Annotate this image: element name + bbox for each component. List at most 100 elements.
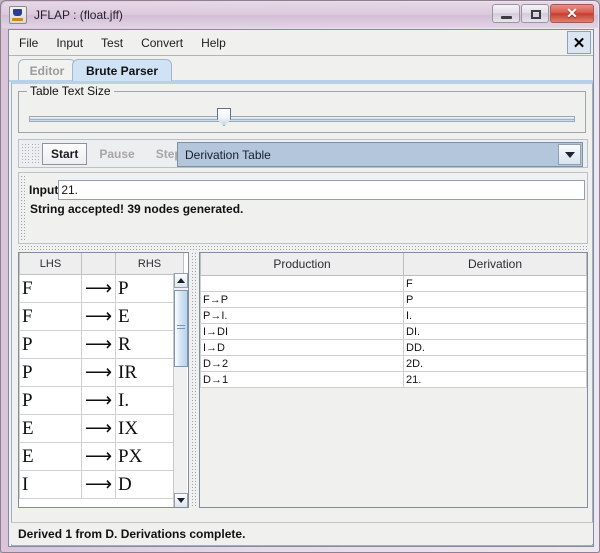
grammar-lhs-cell[interactable]: P	[20, 331, 82, 359]
grammar-header-arrow[interactable]	[82, 253, 116, 275]
table-row[interactable]: D→2 2D.	[201, 356, 587, 372]
start-button[interactable]: Start	[42, 143, 87, 165]
derivation-table-header-row: Production Derivation	[201, 253, 587, 276]
table-row[interactable]: F ⟶ P	[20, 275, 184, 303]
grammar-table-scrollbar[interactable]	[173, 273, 187, 508]
production-cell[interactable]: P→I.	[201, 308, 404, 324]
window-close-button[interactable]: ✕	[550, 4, 594, 23]
chevron-down-glyph	[565, 152, 575, 158]
table-row[interactable]: P ⟶ IR	[20, 359, 184, 387]
slider-track[interactable]	[29, 116, 575, 122]
grammar-table-header-row: LHS RHS	[20, 253, 184, 275]
table-row[interactable]: F ⟶ E	[20, 303, 184, 331]
production-cell[interactable]: D→1	[201, 372, 404, 388]
table-row[interactable]: E ⟶ IX	[20, 415, 184, 443]
derivation-cell[interactable]: DI.	[404, 324, 587, 340]
scrollbar-thumb[interactable]	[174, 290, 188, 367]
close-document-button[interactable]: ✕	[567, 31, 591, 54]
chevron-down-icon	[177, 498, 185, 503]
java-coffee-cup-icon	[9, 6, 27, 24]
pause-button: Pause	[90, 143, 143, 165]
close-icon: ✕	[551, 5, 593, 22]
table-row[interactable]: P→I. I.	[201, 308, 587, 324]
derivation-cell[interactable]: P	[404, 292, 587, 308]
grammar-lhs-cell[interactable]: F	[20, 303, 82, 331]
window-content: File Input Test Convert Help ✕ Editor Br…	[8, 29, 594, 547]
horizontal-split-divider[interactable]	[18, 245, 588, 252]
scroll-down-button[interactable]	[174, 493, 188, 508]
table-text-size-label: Table Text Size	[27, 84, 114, 98]
view-mode-combobox[interactable]: Derivation Table	[177, 142, 583, 167]
table-row[interactable]: I→DI DI.	[201, 324, 587, 340]
input-label: Input	[29, 183, 58, 197]
menu-bar: File Input Test Convert Help ✕	[9, 30, 593, 56]
input-pane-drag-handle[interactable]	[20, 175, 26, 241]
scroll-up-button[interactable]	[174, 273, 188, 288]
grammar-header-lhs[interactable]: LHS	[20, 253, 82, 275]
table-row[interactable]: I→D DD.	[201, 340, 587, 356]
grammar-arrow-cell: ⟶	[82, 359, 116, 387]
grammar-table: LHS RHS F ⟶ P F	[19, 253, 184, 499]
menu-input[interactable]: Input	[48, 33, 91, 53]
menu-file[interactable]: File	[11, 33, 46, 53]
grammar-table-body: F ⟶ P F ⟶ E P ⟶	[20, 275, 184, 499]
derivation-cell[interactable]: F	[404, 276, 587, 292]
grammar-lhs-cell[interactable]: I	[20, 471, 82, 499]
maximize-button[interactable]	[521, 4, 549, 23]
table-row[interactable]: P ⟶ I.	[20, 387, 184, 415]
toolbar-drag-handle-2[interactable]	[31, 143, 39, 165]
tab-editor[interactable]: Editor	[18, 59, 76, 81]
grammar-header-rhs[interactable]: RHS	[116, 253, 184, 275]
grammar-arrow-cell: ⟶	[82, 443, 116, 471]
derivation-cell[interactable]: I.	[404, 308, 587, 324]
menu-help[interactable]: Help	[193, 33, 234, 53]
grammar-lhs-cell[interactable]: E	[20, 443, 82, 471]
production-cell[interactable]: F→P	[201, 292, 404, 308]
tables-region: LHS RHS F ⟶ P F	[18, 252, 588, 510]
input-string-field[interactable]: 21.	[58, 180, 585, 200]
derivation-table: Production Derivation F F→P P	[200, 253, 587, 388]
derivation-header-derivation[interactable]: Derivation	[404, 253, 587, 276]
grammar-arrow-cell: ⟶	[82, 303, 116, 331]
production-cell[interactable]	[201, 276, 404, 292]
table-row[interactable]: F	[201, 276, 587, 292]
derivation-cell[interactable]: DD.	[404, 340, 587, 356]
derivation-cell[interactable]: 21.	[404, 372, 587, 388]
status-bar: Derived 1 from D. Derivations complete.	[11, 522, 593, 544]
derivation-header-production[interactable]: Production	[201, 253, 404, 276]
slider-thumb[interactable]	[217, 108, 231, 126]
table-row[interactable]: E ⟶ PX	[20, 443, 184, 471]
table-text-size-slider[interactable]	[29, 112, 575, 124]
menu-convert[interactable]: Convert	[133, 33, 191, 53]
grammar-lhs-cell[interactable]: P	[20, 359, 82, 387]
derivation-table-panel: Production Derivation F F→P P	[199, 252, 588, 508]
grammar-arrow-cell: ⟶	[82, 275, 116, 303]
table-text-size-group: Table Text Size	[18, 91, 586, 133]
table-row[interactable]: P ⟶ R	[20, 331, 184, 359]
table-row[interactable]: D→1 21.	[201, 372, 587, 388]
input-pane: Input 21. String accepted! 39 nodes gene…	[18, 172, 588, 244]
view-mode-value: Derivation Table	[185, 148, 271, 162]
parse-result-message: String accepted! 39 nodes generated.	[30, 202, 243, 216]
minimize-button[interactable]	[492, 4, 520, 23]
window-title: JFLAP : (float.jff)	[34, 8, 123, 22]
vertical-split-divider[interactable]	[191, 252, 198, 508]
chevron-down-icon[interactable]	[558, 144, 581, 165]
table-row[interactable]: F→P P	[201, 292, 587, 308]
table-row[interactable]: I ⟶ D	[20, 471, 184, 499]
application-window: JFLAP : (float.jff) ✕ File Input Test Co…	[0, 0, 600, 553]
input-row: Input 21.	[29, 180, 585, 200]
production-cell[interactable]: I→DI	[201, 324, 404, 340]
chevron-up-icon	[177, 278, 185, 283]
tab-brute-parser[interactable]: Brute Parser	[72, 59, 172, 81]
derivation-cell[interactable]: 2D.	[404, 356, 587, 372]
production-cell[interactable]: D→2	[201, 356, 404, 372]
production-cell[interactable]: I→D	[201, 340, 404, 356]
parser-toolbar: Start Pause Step Derivation Table	[18, 139, 588, 168]
grammar-arrow-cell: ⟶	[82, 471, 116, 499]
grammar-lhs-cell[interactable]: F	[20, 275, 82, 303]
grammar-lhs-cell[interactable]: E	[20, 415, 82, 443]
menu-test[interactable]: Test	[93, 33, 131, 53]
toolbar-drag-handle[interactable]	[21, 143, 29, 165]
grammar-lhs-cell[interactable]: P	[20, 387, 82, 415]
